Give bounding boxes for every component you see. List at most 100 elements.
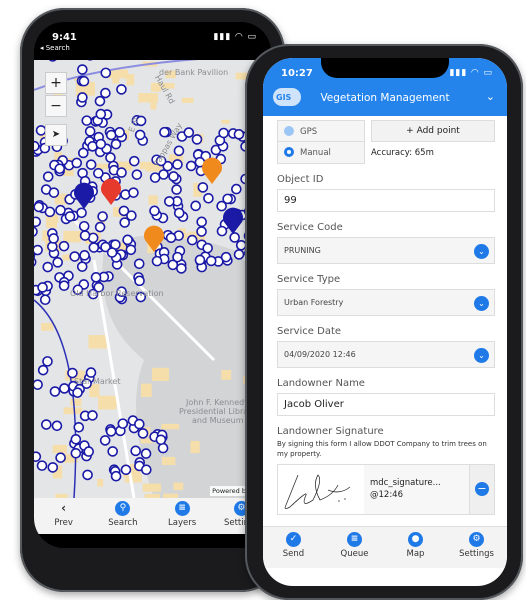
asset-marker[interactable] — [47, 462, 59, 473]
asset-marker[interactable] — [131, 169, 143, 180]
asset-marker[interactable] — [95, 138, 107, 150]
asset-marker[interactable] — [128, 155, 140, 167]
back-to-search-link[interactable]: ◂ Search — [40, 44, 70, 52]
service-code-select[interactable]: PRUNING ⌄ — [277, 237, 495, 264]
asset-marker[interactable] — [168, 171, 179, 182]
zoom-in-button[interactable]: + — [45, 72, 67, 94]
asset-marker[interactable] — [100, 87, 111, 99]
asset-marker[interactable] — [105, 426, 117, 437]
asset-marker[interactable] — [229, 232, 240, 243]
asset-marker[interactable] — [216, 225, 228, 237]
asset-marker[interactable] — [97, 211, 108, 222]
asset-marker[interactable] — [95, 108, 107, 120]
asset-marker[interactable] — [78, 147, 89, 159]
queue-button[interactable]: ≡ Queue — [324, 529, 385, 568]
no-entry-marker[interactable] — [101, 178, 121, 205]
asset-marker[interactable] — [37, 282, 48, 293]
asset-marker[interactable] — [190, 200, 201, 212]
asset-marker[interactable] — [34, 379, 43, 390]
asset-marker[interactable] — [37, 364, 49, 376]
asset-marker[interactable] — [34, 257, 37, 267]
asset-marker[interactable] — [120, 464, 132, 476]
asset-marker[interactable] — [106, 247, 118, 258]
asset-marker[interactable] — [122, 234, 133, 246]
asset-marker[interactable] — [116, 84, 127, 95]
asset-marker[interactable] — [202, 242, 213, 254]
asset-marker[interactable] — [87, 410, 98, 421]
asset-marker[interactable] — [59, 383, 70, 394]
asset-marker[interactable] — [186, 234, 198, 246]
asset-marker[interactable] — [48, 187, 60, 198]
map-view[interactable]: der Bank Pavilion Haul Rd E St Pappas Wa… — [34, 60, 271, 498]
asset-marker[interactable] — [94, 95, 106, 107]
asset-marker[interactable] — [107, 446, 118, 457]
asset-marker[interactable] — [140, 448, 152, 459]
asset-marker[interactable] — [191, 134, 203, 145]
zoom-out-button[interactable]: − — [45, 95, 67, 117]
asset-marker[interactable] — [172, 251, 183, 263]
warning-marker[interactable] — [74, 182, 94, 209]
asset-marker[interactable] — [173, 145, 185, 157]
asset-marker[interactable] — [233, 129, 245, 140]
asset-marker[interactable] — [73, 421, 85, 433]
asset-marker[interactable] — [34, 216, 42, 228]
remove-signature-button[interactable]: − — [469, 465, 494, 514]
asset-marker[interactable] — [133, 258, 145, 270]
asset-marker[interactable] — [36, 460, 48, 471]
asset-marker[interactable] — [176, 263, 187, 274]
asset-marker[interactable] — [205, 255, 217, 267]
asset-marker[interactable] — [70, 447, 82, 459]
asset-marker[interactable] — [42, 171, 54, 182]
asset-marker[interactable] — [76, 207, 87, 219]
asset-marker[interactable] — [42, 261, 54, 273]
asset-marker[interactable] — [203, 192, 214, 204]
asset-marker[interactable] — [231, 183, 242, 195]
asset-marker[interactable] — [149, 172, 161, 183]
asset-marker[interactable] — [137, 428, 149, 439]
asset-marker[interactable] — [34, 451, 42, 462]
asset-marker[interactable] — [41, 419, 52, 430]
asset-marker[interactable] — [78, 220, 90, 232]
asset-marker[interactable] — [51, 420, 63, 432]
navigation-arrow-icon[interactable]: ➤ — [45, 124, 67, 146]
asset-marker[interactable] — [55, 204, 66, 216]
asset-marker[interactable] — [85, 367, 97, 378]
asset-marker[interactable] — [118, 205, 130, 217]
asset-marker[interactable] — [81, 115, 93, 126]
asset-marker[interactable] — [34, 201, 45, 213]
asset-marker[interactable] — [42, 356, 53, 367]
asset-marker[interactable] — [93, 167, 104, 179]
asset-marker[interactable] — [100, 67, 112, 79]
asset-marker[interactable] — [128, 187, 139, 198]
asset-marker[interactable] — [222, 193, 233, 205]
asset-marker[interactable] — [64, 211, 76, 222]
landowner-name-input[interactable]: Jacob Oliver — [277, 393, 495, 416]
asset-marker[interactable] — [165, 232, 177, 244]
asset-marker[interactable] — [197, 182, 209, 193]
asset-marker[interactable] — [34, 226, 38, 237]
asset-marker[interactable] — [149, 205, 160, 217]
asset-marker[interactable] — [70, 434, 82, 445]
asset-marker[interactable] — [79, 230, 91, 241]
asset-marker[interactable] — [173, 207, 185, 219]
asset-marker[interactable] — [54, 163, 66, 175]
asset-marker[interactable] — [220, 251, 232, 263]
asset-marker[interactable] — [58, 280, 70, 292]
asset-marker[interactable] — [84, 126, 96, 137]
asset-marker[interactable] — [83, 446, 95, 457]
asset-marker[interactable] — [185, 160, 197, 172]
asset-marker[interactable] — [44, 206, 56, 218]
asset-marker[interactable] — [117, 418, 129, 429]
asset-marker[interactable] — [155, 434, 167, 446]
asset-marker[interactable] — [114, 127, 125, 138]
asset-marker[interactable] — [90, 272, 102, 283]
asset-marker[interactable] — [58, 240, 70, 252]
asset-marker[interactable] — [196, 226, 207, 237]
asset-marker[interactable] — [196, 216, 207, 228]
asset-marker[interactable] — [134, 275, 145, 287]
asset-marker[interactable] — [79, 250, 90, 261]
asset-marker[interactable] — [39, 294, 51, 306]
asset-marker[interactable] — [172, 159, 183, 170]
add-point-button[interactable]: + Add point — [371, 120, 495, 142]
layers-button[interactable]: ≡ Layers — [153, 498, 212, 534]
